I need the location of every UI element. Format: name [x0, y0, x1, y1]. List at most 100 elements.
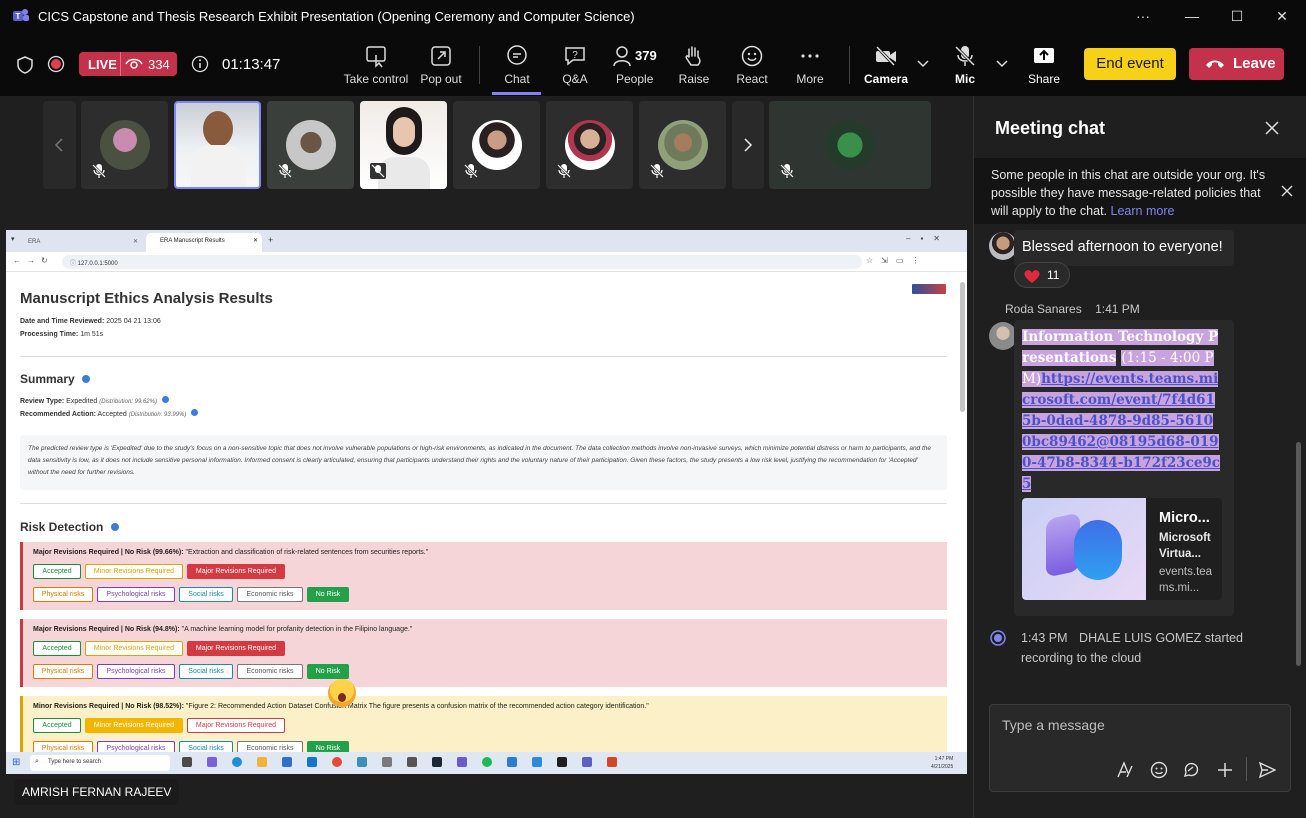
teams-icon[interactable] [582, 757, 592, 767]
mic-options-chevron-icon[interactable] [996, 60, 1008, 68]
mic-button[interactable]: Mic [951, 44, 979, 90]
accepted-pill[interactable]: Accepted [33, 564, 81, 579]
info-dot-icon[interactable] [110, 523, 119, 531]
minor-revisions-pill[interactable]: Minor Revisions Required [85, 718, 183, 733]
app-icon[interactable] [357, 757, 367, 767]
gallery-prev-button[interactable] [43, 101, 76, 189]
chat-message-bubble[interactable]: Blessed afternoon to everyone! [1014, 230, 1234, 266]
participant-tile[interactable] [639, 101, 726, 189]
minor-revisions-pill[interactable]: Minor Revisions Required [85, 641, 183, 656]
participant-tile[interactable] [453, 101, 540, 189]
emoji-icon[interactable] [1150, 761, 1168, 779]
app-icon[interactable] [382, 757, 392, 767]
chat-button[interactable]: Chat [496, 44, 538, 90]
minimize-button[interactable]: — [1182, 8, 1202, 26]
copilot-icon[interactable] [207, 757, 217, 767]
compose-box[interactable]: Type a message [989, 704, 1291, 792]
tab-close-icon[interactable]: ✕ [253, 237, 258, 244]
event-link[interactable]: https://events.teams.microsoft.com/event… [1022, 371, 1221, 492]
no-risk-pill[interactable]: No Risk [307, 587, 349, 602]
economic-risks-pill[interactable]: Economic risks [237, 587, 303, 602]
new-tab-icon[interactable]: + [268, 235, 273, 245]
economic-risks-pill[interactable]: Economic risks [237, 664, 303, 679]
no-risk-pill[interactable]: No Risk [307, 664, 349, 679]
tab-menu-icon[interactable]: ▾ [11, 235, 15, 243]
major-revisions-pill[interactable]: Major Revisions Required [187, 718, 285, 733]
task-view-icon[interactable] [182, 757, 192, 767]
participant-tile[interactable] [546, 101, 633, 189]
url-field[interactable]: ⓘ 127.0.0.1:5000 [62, 255, 862, 269]
social-risks-pill[interactable]: Social risks [179, 587, 233, 602]
leave-button[interactable]: Leave [1189, 48, 1284, 80]
major-revisions-pill[interactable]: Major Revisions Required [187, 564, 285, 579]
learn-more-link[interactable]: Learn more [1111, 204, 1175, 218]
minor-revisions-pill[interactable]: Minor Revisions Required [85, 564, 183, 579]
chat-message-bubble[interactable]: Information Technology Presentations (1:… [1014, 320, 1234, 616]
reaction-pill[interactable]: 11 [1014, 262, 1070, 288]
info-dot-icon[interactable] [82, 375, 91, 383]
browser-toolbar-icons[interactable]: ☆⇲▭⋮ [866, 256, 927, 265]
camera-options-chevron-icon[interactable] [917, 60, 929, 68]
camera-button[interactable]: Camera [864, 44, 908, 90]
end-event-button[interactable]: End event [1084, 48, 1176, 80]
gallery-next-button[interactable] [732, 101, 764, 189]
store-icon[interactable] [282, 757, 292, 767]
taskbar-search[interactable]: ⌕ Type here to search [30, 755, 170, 771]
qa-button[interactable]: ? Q&A [556, 44, 594, 90]
info-dot-icon[interactable] [161, 396, 169, 403]
app-icon[interactable] [457, 757, 467, 767]
taskbar-clock[interactable]: 1:47 PM 4/21/2025 [931, 755, 953, 771]
loop-icon[interactable] [1182, 761, 1200, 779]
powerpoint-icon[interactable] [607, 757, 617, 767]
chat-scrollbar[interactable] [1296, 442, 1301, 666]
share-button[interactable]: Share [1026, 44, 1062, 90]
social-risks-pill[interactable]: Social risks [179, 664, 233, 679]
tab-close-icon[interactable]: ✕ [133, 238, 138, 245]
shield-icon[interactable] [16, 56, 34, 74]
participant-tile[interactable] [769, 101, 931, 189]
more-button[interactable]: More [794, 44, 826, 90]
participant-tile[interactable] [81, 101, 168, 189]
psychological-risks-pill[interactable]: Psychological risks [97, 664, 175, 679]
outlook-icon[interactable] [307, 757, 317, 767]
info-dot-icon[interactable] [191, 409, 199, 416]
accepted-pill[interactable]: Accepted [33, 641, 81, 656]
browser-tab-active[interactable]: ERA Manuscript Results ✕ [146, 233, 262, 252]
format-icon[interactable] [1116, 761, 1134, 779]
edge-icon[interactable] [232, 757, 242, 767]
participant-tile[interactable] [360, 101, 447, 189]
physical-risks-pill[interactable]: Physical risks [33, 587, 93, 602]
participant-tile[interactable] [267, 101, 354, 189]
major-revisions-pill[interactable]: Major Revisions Required [187, 641, 285, 656]
dismiss-notice-icon[interactable] [1281, 185, 1293, 197]
pop-out-button[interactable]: Pop out [418, 44, 464, 90]
send-icon[interactable] [1258, 761, 1276, 779]
more-options-icon[interactable]: ··· [1133, 8, 1153, 26]
raise-hand-button[interactable]: Raise [678, 44, 710, 90]
file-explorer-icon[interactable] [257, 757, 267, 767]
settings-icon[interactable] [407, 757, 417, 767]
steam-icon[interactable] [432, 757, 442, 767]
windows-start-icon[interactable]: ⊞ [12, 757, 20, 768]
spotify-icon[interactable] [482, 757, 492, 767]
info-icon[interactable] [191, 55, 209, 73]
browser-nav-icons[interactable]: ←→↻ [13, 256, 54, 265]
terminal-icon[interactable] [557, 757, 567, 767]
browser-tab[interactable]: ERA ✕ [24, 234, 142, 252]
live-badge[interactable]: LIVE 334 [79, 52, 177, 76]
compose-placeholder[interactable]: Type a message [1002, 717, 1105, 733]
close-window-button[interactable]: ✕ [1272, 8, 1292, 26]
take-control-button[interactable]: Take control [343, 44, 409, 90]
close-chat-icon[interactable] [1265, 121, 1279, 135]
psychological-risks-pill[interactable]: Psychological risks [97, 587, 175, 602]
people-button[interactable]: 379 People [612, 44, 658, 90]
accepted-pill[interactable]: Accepted [33, 718, 81, 733]
physical-risks-pill[interactable]: Physical risks [33, 664, 93, 679]
maximize-button[interactable]: ☐ [1227, 8, 1247, 26]
react-button[interactable]: React [735, 44, 769, 90]
participant-tile-active[interactable] [174, 101, 261, 189]
browser-window-controls[interactable]: –▪✕ [906, 234, 950, 243]
page-scrollbar[interactable] [960, 282, 965, 412]
chrome-icon[interactable] [332, 757, 342, 767]
vscode-icon[interactable] [507, 757, 517, 767]
